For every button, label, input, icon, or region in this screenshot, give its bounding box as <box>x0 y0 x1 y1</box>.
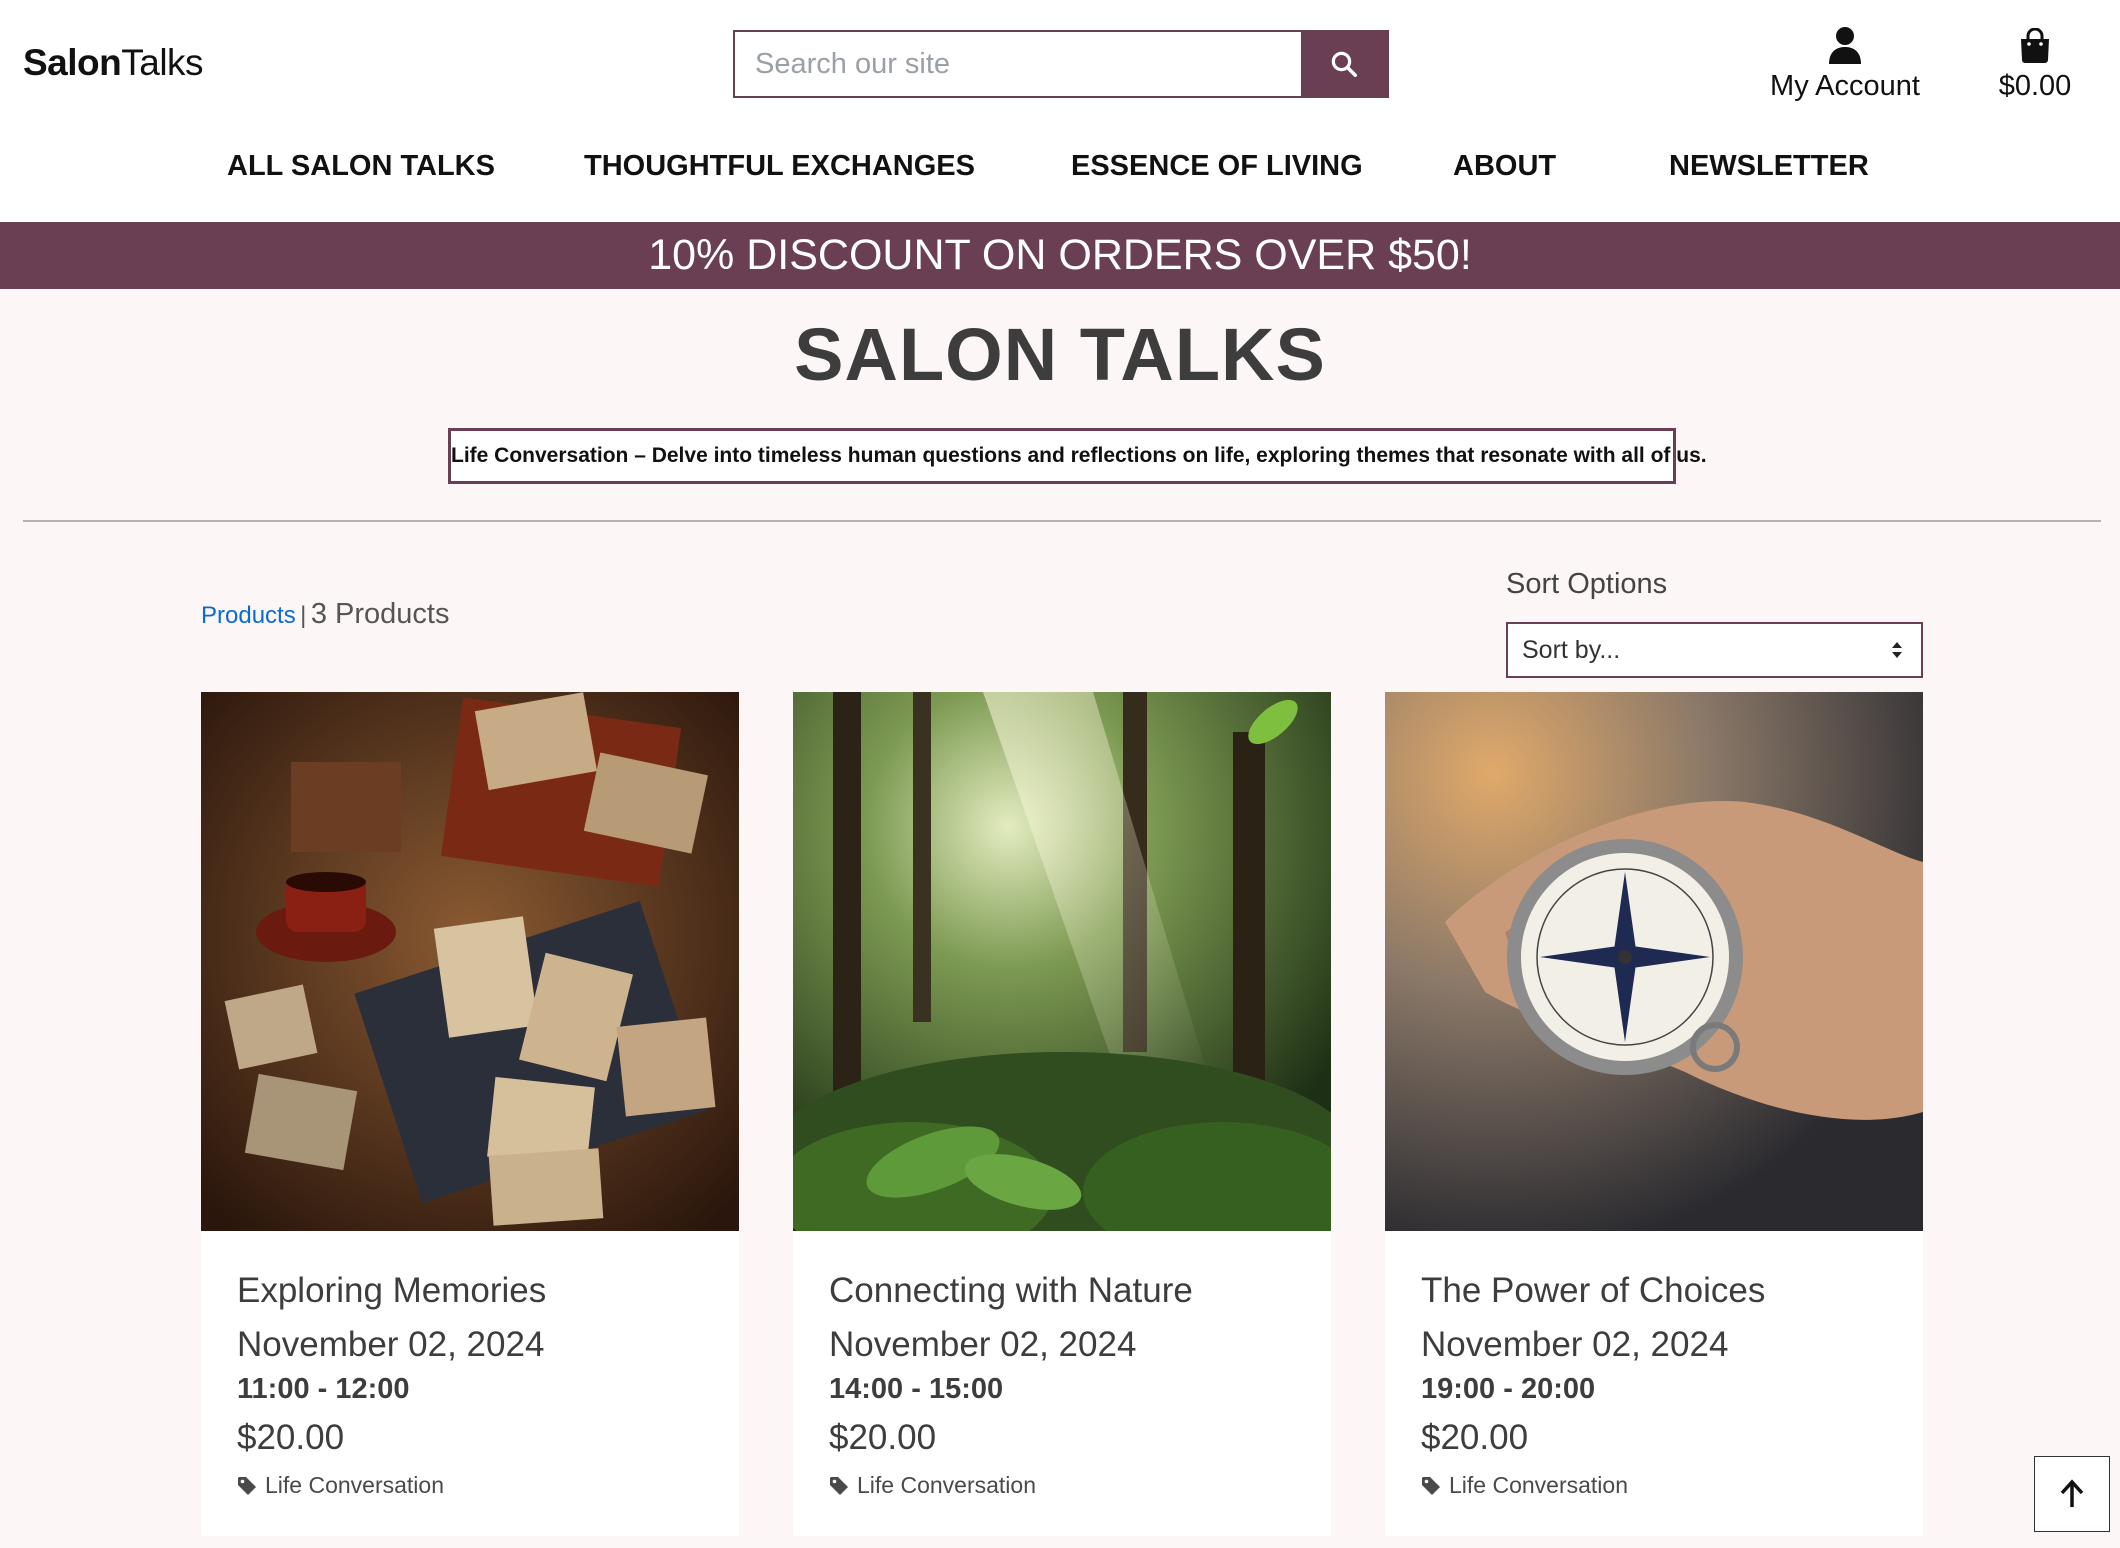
my-account-link[interactable]: My Account <box>1765 20 1925 103</box>
nav-about[interactable]: ABOUT <box>1453 150 1556 183</box>
sort-select-value: Sort by... <box>1522 636 1621 664</box>
product-image-vintage-photos[interactable] <box>201 692 739 1231</box>
product-price: $20.00 <box>1421 1418 1529 1457</box>
search-icon <box>1331 51 1357 77</box>
product-name[interactable]: Connecting with Nature <box>829 1271 1193 1311</box>
logo-bold-text: Salon <box>23 42 122 83</box>
user-icon <box>1829 27 1861 64</box>
product-tag-label: Life Conversation <box>265 1472 444 1498</box>
product-image-compass[interactable] <box>1385 692 1923 1231</box>
page-title: SALON TALKS <box>794 313 1326 396</box>
tag-icon <box>1422 1476 1440 1495</box>
category-description: Life Conversation – Delve into timeless … <box>448 428 1707 484</box>
product-count: 3 Products <box>310 598 450 630</box>
product-tag[interactable]: Life Conversation <box>829 1472 1193 1499</box>
product-count-line: Products | 3 Products <box>201 598 450 631</box>
nav-newsletter[interactable]: NEWSLETTER <box>1669 150 1869 183</box>
product-image-forest[interactable] <box>793 692 1331 1231</box>
promo-banner: 10% DISCOUNT ON ORDERS OVER $50! <box>0 222 2120 289</box>
back-to-top-button[interactable] <box>2034 1456 2110 1532</box>
product-card[interactable]: Connecting with Nature November 02, 2024… <box>793 692 1331 1536</box>
main-nav: ALL SALON TALKS THOUGHTFUL EXCHANGES ESS… <box>0 150 2120 192</box>
product-date: November 02, 2024 <box>829 1325 1137 1364</box>
search-input[interactable] <box>735 32 1301 96</box>
product-details: The Power of Choices November 02, 2024 1… <box>1421 1271 1765 1499</box>
tag-icon <box>238 1476 256 1495</box>
product-time: 14:00 - 15:00 <box>829 1373 1004 1405</box>
nav-essence-of-living[interactable]: ESSENCE OF LIVING <box>1071 150 1363 183</box>
arrow-up-icon <box>2060 1479 2084 1507</box>
divider <box>23 520 2101 522</box>
product-date: November 02, 2024 <box>237 1325 545 1364</box>
product-card[interactable]: Exploring Memories November 02, 2024 11:… <box>201 692 739 1536</box>
count-separator: | <box>300 602 307 629</box>
search-button[interactable] <box>1301 32 1387 96</box>
shopping-bag-link[interactable]: $0.00 <box>1990 20 2080 103</box>
tag-icon <box>830 1476 848 1495</box>
products-link[interactable]: Products <box>201 602 296 629</box>
logo-regular-text: Talks <box>121 42 204 83</box>
product-details: Connecting with Nature November 02, 2024… <box>829 1271 1193 1499</box>
my-account-label: My Account <box>1770 70 1920 102</box>
product-tag[interactable]: Life Conversation <box>1421 1472 1765 1499</box>
sort-options-label: Sort Options <box>1506 568 1668 600</box>
product-name[interactable]: The Power of Choices <box>1421 1271 1765 1311</box>
site-logo[interactable]: SalonTalks <box>23 42 204 84</box>
product-time: 11:00 - 12:00 <box>237 1373 410 1405</box>
bag-total: $0.00 <box>1998 70 2072 102</box>
product-name[interactable]: Exploring Memories <box>237 1271 546 1311</box>
product-price: $20.00 <box>829 1418 937 1457</box>
product-time: 19:00 - 20:00 <box>1421 1373 1596 1405</box>
product-tag-label: Life Conversation <box>857 1472 1036 1498</box>
product-tag[interactable]: Life Conversation <box>237 1472 546 1499</box>
sort-select[interactable]: Sort by... <box>1506 622 1923 678</box>
nav-thoughtful-exchanges[interactable]: THOUGHTFUL EXCHANGES <box>584 150 975 183</box>
search-form <box>733 30 1389 98</box>
product-details: Exploring Memories November 02, 2024 11:… <box>237 1271 546 1499</box>
product-date: November 02, 2024 <box>1421 1325 1729 1364</box>
site-header: SalonTalks My Account <box>0 0 2120 222</box>
product-card[interactable]: The Power of Choices November 02, 2024 1… <box>1385 692 1923 1536</box>
nav-all-salon-talks[interactable]: ALL SALON TALKS <box>227 150 495 183</box>
chevron-up-down-icon <box>1892 642 1902 658</box>
product-price: $20.00 <box>237 1418 345 1457</box>
shopping-bag-icon <box>2021 28 2049 63</box>
product-tag-label: Life Conversation <box>1449 1472 1628 1498</box>
